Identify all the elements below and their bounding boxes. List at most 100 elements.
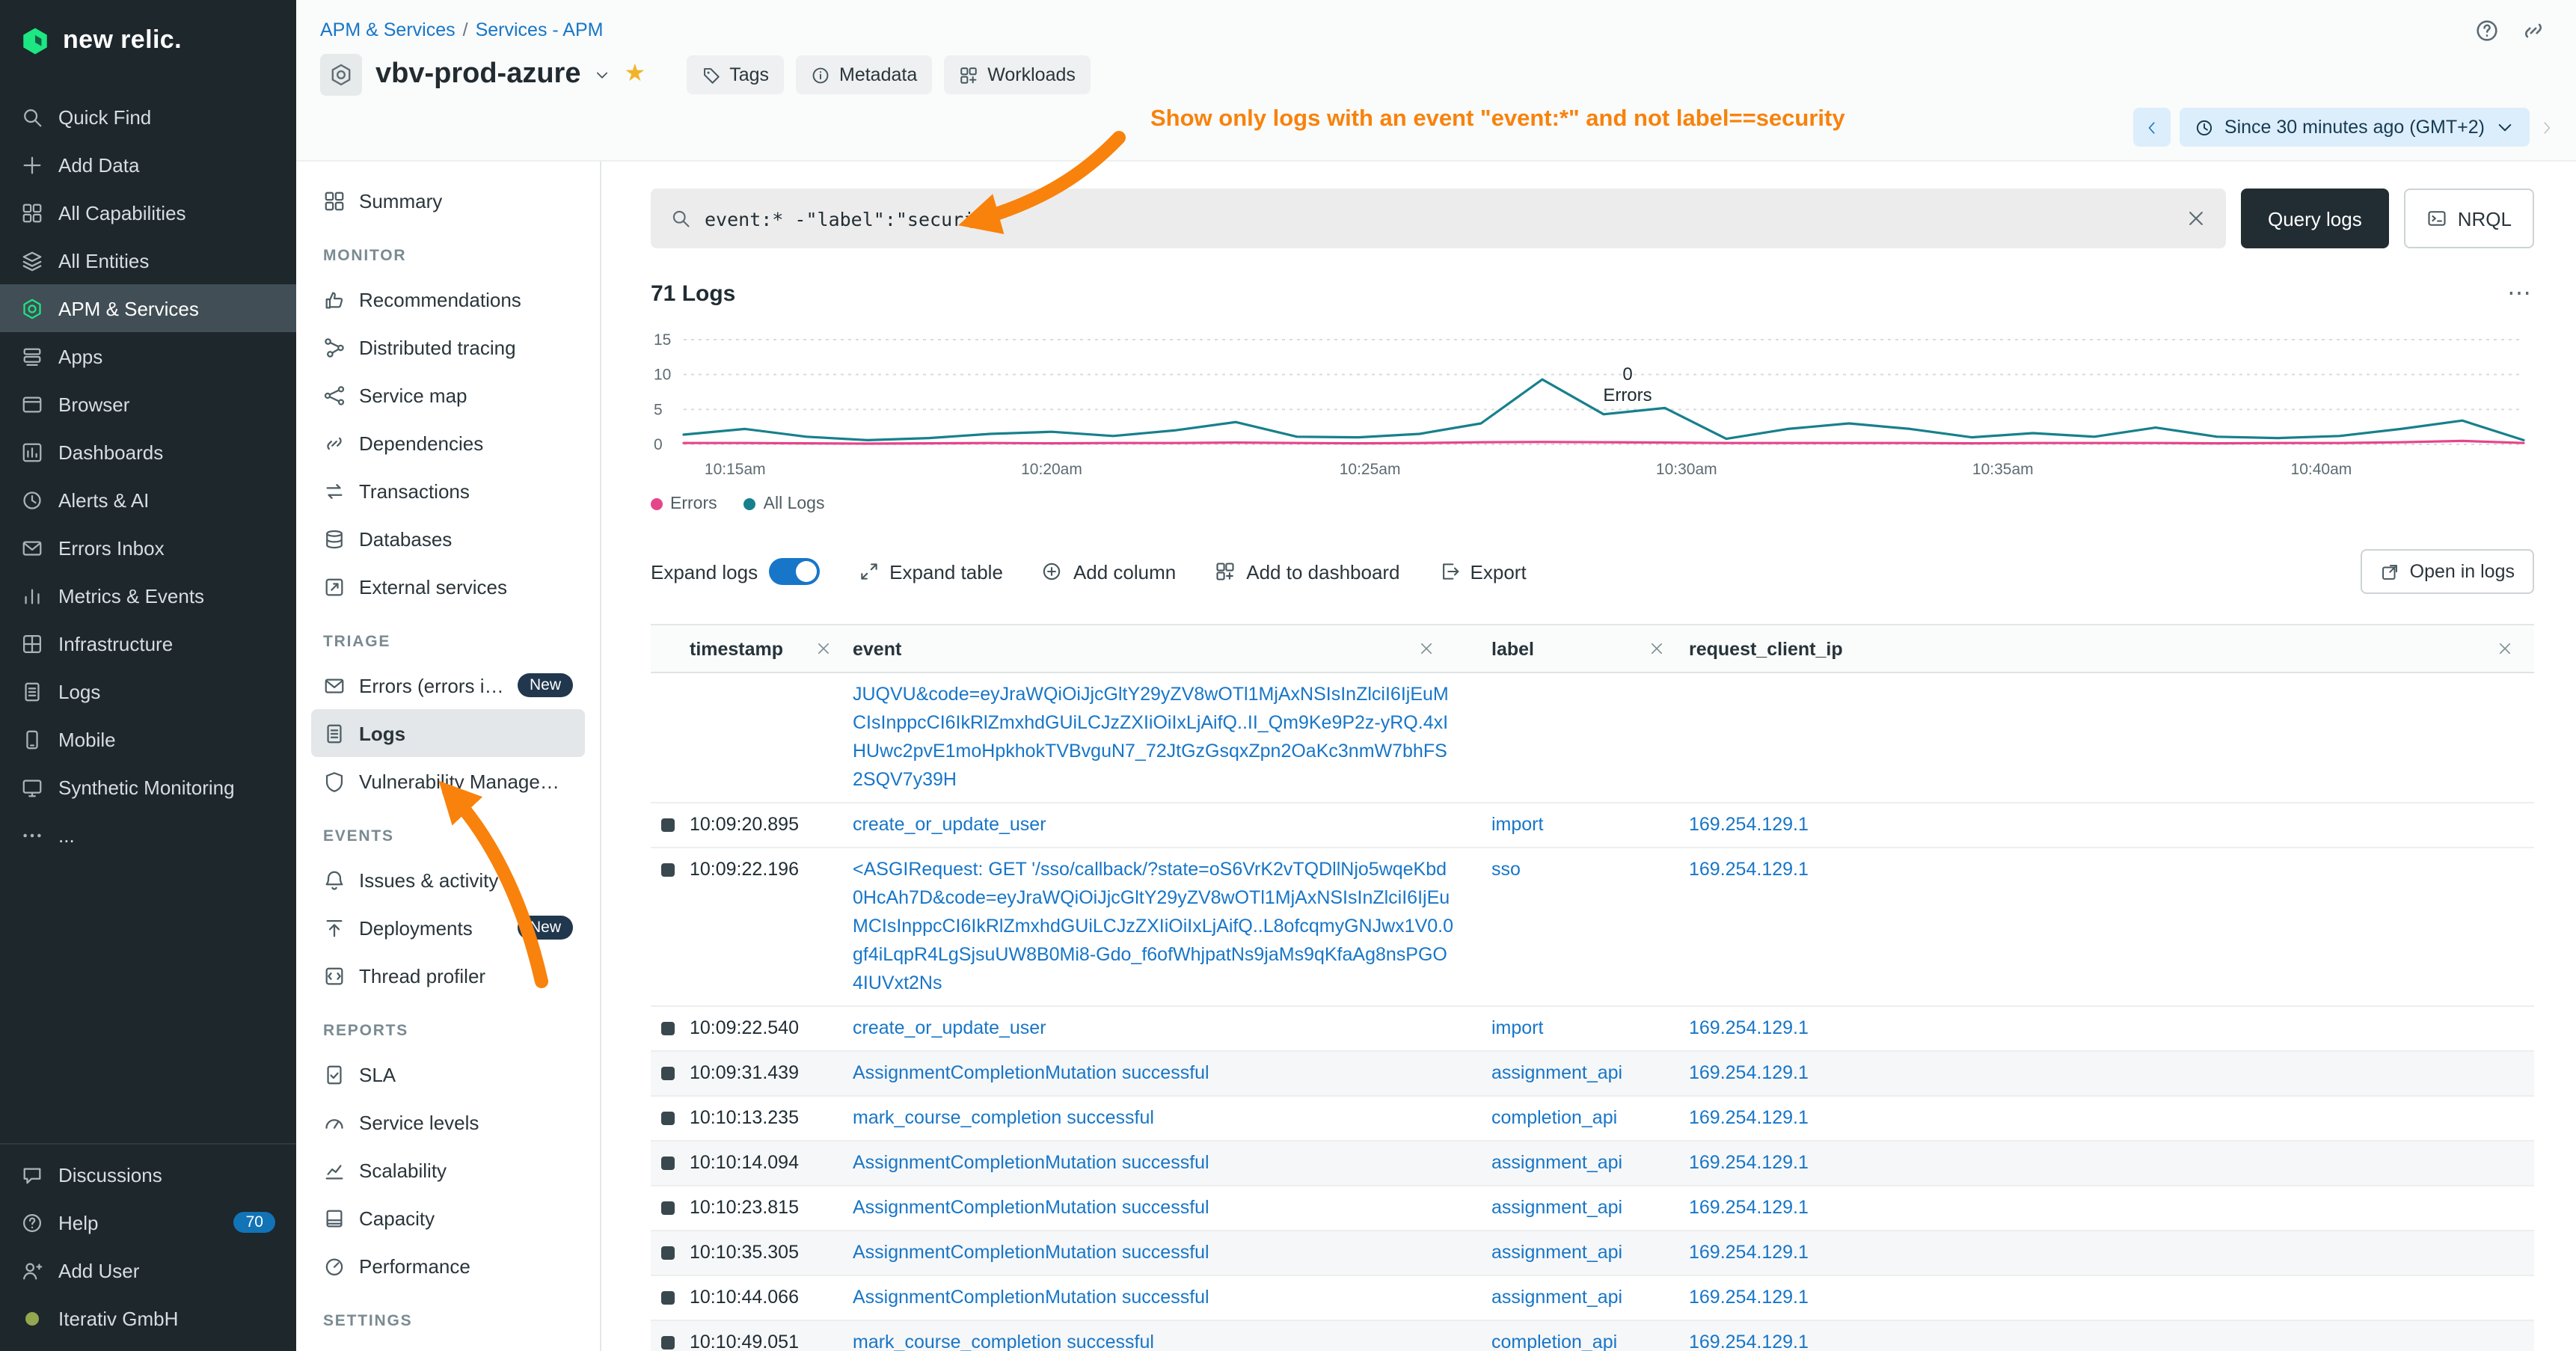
column-header-event[interactable]: event — [853, 625, 1488, 672]
row-select-icon[interactable] — [661, 863, 675, 877]
subnav-item-errors-errors-inb[interactable]: Errors (errors inb...New — [311, 661, 585, 709]
log-label-link[interactable]: assignment_api — [1491, 1062, 1622, 1083]
remove-column-icon[interactable] — [1649, 640, 1686, 657]
log-event-link[interactable]: <ASGIRequest: GET '/sso/callback/?state=… — [853, 856, 1456, 998]
help-circle-icon[interactable] — [2474, 18, 2500, 43]
log-event-link[interactable]: AssignmentCompletionMutation successful — [853, 1239, 1456, 1267]
time-picker[interactable]: Since 30 minutes ago (GMT+2) — [2180, 108, 2530, 147]
log-ip-link[interactable]: 169.254.129.1 — [1689, 1287, 1809, 1308]
log-row[interactable]: 10:10:44.066AssignmentCompletionMutation… — [651, 1276, 2534, 1321]
log-event-link[interactable]: create_or_update_user — [853, 811, 1456, 839]
log-event-link[interactable]: mark_course_completion successful — [853, 1104, 1456, 1133]
tags-button[interactable]: Tags — [686, 55, 784, 94]
subnav-item-performance[interactable]: Performance — [311, 1242, 585, 1290]
subnav-item-capacity[interactable]: Capacity — [311, 1194, 585, 1242]
column-header-timestamp[interactable]: timestamp — [651, 625, 853, 672]
sidebar-item-discussions[interactable]: Discussions — [0, 1151, 296, 1198]
subnav-item-scalability[interactable]: Scalability — [311, 1146, 585, 1194]
subnav-item-external-services[interactable]: External services — [311, 563, 585, 610]
row-select-icon[interactable] — [661, 1336, 675, 1350]
export-button[interactable]: Export — [1439, 560, 1527, 583]
row-select-icon[interactable] — [661, 1246, 675, 1260]
log-event-link[interactable]: AssignmentCompletionMutation successful — [853, 1284, 1456, 1312]
sidebar-item-infrastructure[interactable]: Infrastructure — [0, 619, 296, 667]
remove-column-icon[interactable] — [2497, 640, 2534, 657]
workloads-button[interactable]: Workloads — [944, 55, 1091, 94]
log-row[interactable]: 10:09:22.196<ASGIRequest: GET '/sso/call… — [651, 848, 2534, 1007]
favorite-star-icon[interactable]: ★ — [625, 63, 646, 87]
log-label-link[interactable]: assignment_api — [1491, 1197, 1622, 1218]
subnav-item-deployments[interactable]: DeploymentsNew — [311, 904, 585, 952]
log-ip-link[interactable]: 169.254.129.1 — [1689, 859, 1809, 880]
log-ip-link[interactable]: 169.254.129.1 — [1689, 1242, 1809, 1263]
expand-logs-toggle[interactable] — [768, 558, 819, 585]
subnav-item-thread-profiler[interactable]: Thread profiler — [311, 952, 585, 999]
sidebar-item-mobile[interactable]: Mobile — [0, 715, 296, 763]
log-event-link[interactable]: mark_course_completion successful — [853, 1329, 1456, 1351]
breadcrumb-apm-services[interactable]: APM & Services — [320, 19, 456, 40]
newrelic-logo[interactable]: new relic. — [0, 0, 296, 81]
log-row[interactable]: 10:09:20.895create_or_update_userimport1… — [651, 803, 2534, 848]
log-row[interactable]: 10:10:13.235mark_course_completion succe… — [651, 1097, 2534, 1142]
log-event-link[interactable]: AssignmentCompletionMutation successful — [853, 1149, 1456, 1177]
sidebar-item-item[interactable]: ... — [0, 811, 296, 859]
log-event-link[interactable]: AssignmentCompletionMutation successful — [853, 1059, 1456, 1088]
time-back-button[interactable] — [2133, 108, 2171, 147]
sidebar-item-synthetic-monitoring[interactable]: Synthetic Monitoring — [0, 763, 296, 811]
subnav-item-vulnerability-management[interactable]: Vulnerability Management — [311, 757, 585, 805]
row-select-icon[interactable] — [661, 1112, 675, 1125]
logs-timeseries-chart[interactable]: 05101510:15am10:20am10:25am10:30am10:35a… — [651, 328, 2534, 483]
row-select-icon[interactable] — [661, 1022, 675, 1035]
add-column-button[interactable]: Add column — [1042, 560, 1176, 583]
log-ip-link[interactable]: 169.254.129.1 — [1689, 1107, 1809, 1128]
legend-item-all-logs[interactable]: All Logs — [744, 495, 825, 513]
logs-options-icon[interactable]: ⋯ — [2507, 287, 2534, 301]
log-row[interactable]: 10:10:23.815AssignmentCompletionMutation… — [651, 1186, 2534, 1231]
clear-search-icon[interactable] — [2186, 208, 2207, 229]
log-label-link[interactable]: assignment_api — [1491, 1287, 1622, 1308]
row-select-icon[interactable] — [661, 1067, 675, 1080]
log-label-link[interactable]: completion_api — [1491, 1332, 1617, 1351]
sidebar-item-logs[interactable]: Logs — [0, 667, 296, 715]
sidebar-item-alerts-ai[interactable]: Alerts & AI — [0, 476, 296, 524]
permalink-icon[interactable] — [2521, 18, 2546, 43]
sidebar-item-errors-inbox[interactable]: Errors Inbox — [0, 524, 296, 572]
search-input[interactable] — [705, 207, 2172, 230]
expand-table-button[interactable]: Expand table — [858, 560, 1003, 583]
legend-item-errors[interactable]: Errors — [651, 495, 717, 513]
log-label-link[interactable]: assignment_api — [1491, 1152, 1622, 1173]
sidebar-item-browser[interactable]: Browser — [0, 380, 296, 428]
row-select-icon[interactable] — [661, 818, 675, 832]
sidebar-item-add-data[interactable]: Add Data — [0, 141, 296, 189]
log-event-link[interactable]: JUQVU&code=eyJraWQiOiJjcGltY29yZV8wOTl1M… — [853, 681, 1456, 794]
sidebar-item-apps[interactable]: Apps — [0, 332, 296, 380]
add-to-dashboard-button[interactable]: Add to dashboard — [1215, 560, 1399, 583]
subnav-item-sla[interactable]: SLA — [311, 1050, 585, 1098]
log-ip-link[interactable]: 169.254.129.1 — [1689, 814, 1809, 835]
nrql-button[interactable]: NRQL — [2404, 189, 2534, 248]
subnav-item-summary[interactable]: Summary — [311, 177, 585, 224]
subnav-item-dependencies[interactable]: Dependencies — [311, 419, 585, 467]
sidebar-item-quick-find[interactable]: Quick Find — [0, 93, 296, 141]
log-label-link[interactable]: sso — [1491, 859, 1521, 880]
log-row[interactable]: 10:10:35.305AssignmentCompletionMutation… — [651, 1231, 2534, 1276]
log-row[interactable]: 10:09:22.540create_or_update_userimport1… — [651, 1007, 2534, 1052]
sidebar-item-iterativ-gmbh[interactable]: Iterativ GmbH — [0, 1294, 296, 1342]
sidebar-item-apm-services[interactable]: APM & Services — [0, 284, 296, 332]
breadcrumb-services-apm[interactable]: Services - APM — [476, 19, 604, 40]
log-ip-link[interactable]: 169.254.129.1 — [1689, 1197, 1809, 1218]
log-search-bar[interactable] — [651, 189, 2226, 248]
log-row[interactable]: 10:10:49.051mark_course_completion succe… — [651, 1321, 2534, 1351]
query-logs-button[interactable]: Query logs — [2241, 189, 2389, 248]
log-event-link[interactable]: create_or_update_user — [853, 1014, 1456, 1043]
log-ip-link[interactable]: 169.254.129.1 — [1689, 1152, 1809, 1173]
log-ip-link[interactable]: 169.254.129.1 — [1689, 1332, 1809, 1351]
remove-column-icon[interactable] — [815, 640, 853, 657]
log-label-link[interactable]: import — [1491, 814, 1543, 835]
log-label-link[interactable]: assignment_api — [1491, 1242, 1622, 1263]
log-event-link[interactable]: AssignmentCompletionMutation successful — [853, 1194, 1456, 1222]
log-row[interactable]: JUQVU&code=eyJraWQiOiJjcGltY29yZV8wOTl1M… — [651, 673, 2534, 803]
subnav-item-databases[interactable]: Databases — [311, 515, 585, 563]
subnav-item-service-levels[interactable]: Service levels — [311, 1098, 585, 1146]
remove-column-icon[interactable] — [1418, 640, 1456, 657]
